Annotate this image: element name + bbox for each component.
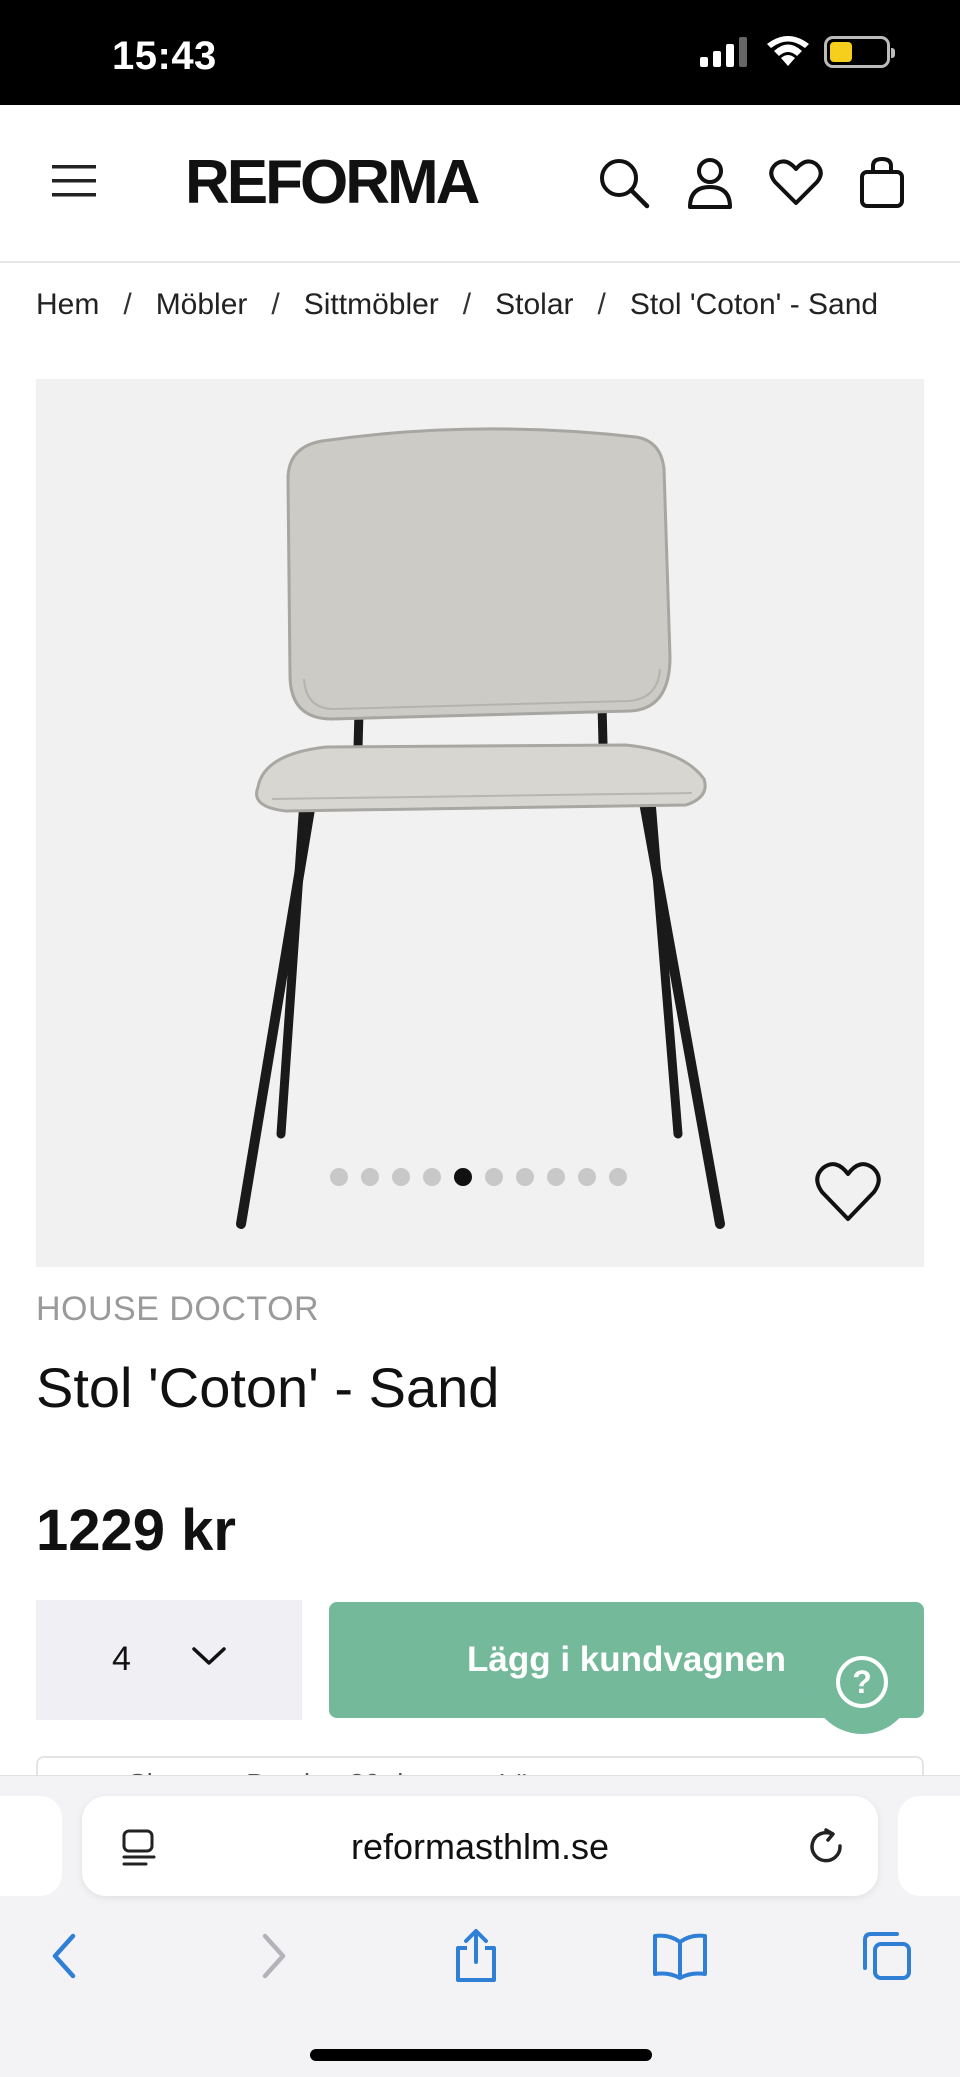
chevron-down-icon <box>192 1647 226 1665</box>
forward-icon <box>262 1933 286 1979</box>
gallery-dot[interactable] <box>330 1168 348 1186</box>
gallery-dot[interactable] <box>516 1168 534 1186</box>
product-title: Stol 'Coton' - Sand <box>36 1356 500 1419</box>
menu-icon[interactable] <box>50 161 98 201</box>
breadcrumb-item-current: Stol 'Coton' - Sand <box>629 288 879 321</box>
page: 15:43 REFORMA Hem / Möbler / Sittmöbler … <box>0 0 960 2077</box>
product-gallery[interactable] <box>36 379 924 1267</box>
site-header: REFORMA <box>0 105 960 263</box>
address-url[interactable]: reformasthlm.se <box>82 1826 878 1868</box>
add-to-wishlist-heart-icon[interactable] <box>814 1161 882 1223</box>
quantity-value: 4 <box>112 1640 131 1678</box>
gallery-dot[interactable] <box>578 1168 596 1186</box>
help-button[interactable]: ? <box>810 1630 914 1734</box>
gallery-pagination <box>330 1168 627 1186</box>
signal-icon <box>700 37 747 67</box>
cart-button[interactable] <box>854 155 910 211</box>
gallery-dot[interactable] <box>361 1168 379 1186</box>
bookmarks-icon <box>653 1933 707 1980</box>
breadcrumb-separator: / <box>271 288 280 321</box>
gallery-dot[interactable] <box>485 1168 503 1186</box>
status-time: 15:43 <box>112 34 217 78</box>
battery-icon <box>824 36 895 68</box>
breadcrumb-item-hem[interactable]: Hem <box>36 288 99 322</box>
address-bar[interactable]: reformasthlm.se <box>82 1796 878 1896</box>
browser-bar: reformasthlm.se <box>0 1775 960 2077</box>
product-price: 1229 kr <box>36 1498 236 1563</box>
tabs-button[interactable] <box>856 1926 916 1986</box>
browser-toolbar <box>0 1926 960 2006</box>
wifi-icon <box>767 36 809 66</box>
previous-tab-peek[interactable] <box>0 1796 62 1896</box>
quantity-select[interactable]: 4 <box>36 1600 302 1720</box>
breadcrumb-separator: / <box>597 288 606 321</box>
product-brand[interactable]: HOUSE DOCTOR <box>36 1290 319 1329</box>
tabs-icon <box>863 1932 911 1980</box>
gallery-dot[interactable] <box>423 1168 441 1186</box>
reload-icon[interactable] <box>806 1826 848 1868</box>
gallery-dot[interactable] <box>547 1168 565 1186</box>
gallery-dot-active[interactable] <box>454 1168 472 1186</box>
share-icon <box>456 1929 496 1982</box>
wishlist-header-button[interactable] <box>768 155 824 211</box>
breadcrumb: Hem / Möbler / Sittmöbler / Stolar / Sto… <box>36 288 878 322</box>
back-button[interactable] <box>34 1926 94 1986</box>
bookmarks-button[interactable] <box>650 1926 710 1986</box>
home-indicator <box>310 2049 652 2061</box>
back-icon <box>52 1933 76 1979</box>
status-icons <box>700 36 895 68</box>
breadcrumb-item-sittmobler[interactable]: Sittmöbler <box>304 288 439 322</box>
header-icons <box>596 155 910 211</box>
account-icon <box>688 158 732 209</box>
breadcrumb-separator: / <box>123 288 132 321</box>
gallery-dot[interactable] <box>609 1168 627 1186</box>
share-button[interactable] <box>446 1926 506 1986</box>
search-icon <box>600 159 650 209</box>
search-button[interactable] <box>596 155 652 211</box>
heart-icon <box>769 159 823 205</box>
help-icon: ? <box>836 1656 888 1708</box>
gallery-dot[interactable] <box>392 1168 410 1186</box>
breadcrumb-item-mobler[interactable]: Möbler <box>156 288 248 322</box>
site-logo[interactable]: REFORMA <box>185 147 480 218</box>
breadcrumb-separator: / <box>462 288 472 321</box>
product-image-chair <box>236 427 725 1229</box>
breadcrumb-item-stolar[interactable]: Stolar <box>495 288 573 322</box>
account-button[interactable] <box>682 155 738 211</box>
next-tab-peek[interactable] <box>898 1796 960 1896</box>
status-bar: 15:43 <box>0 0 960 105</box>
bag-icon <box>860 156 904 208</box>
forward-button[interactable] <box>244 1926 304 1986</box>
